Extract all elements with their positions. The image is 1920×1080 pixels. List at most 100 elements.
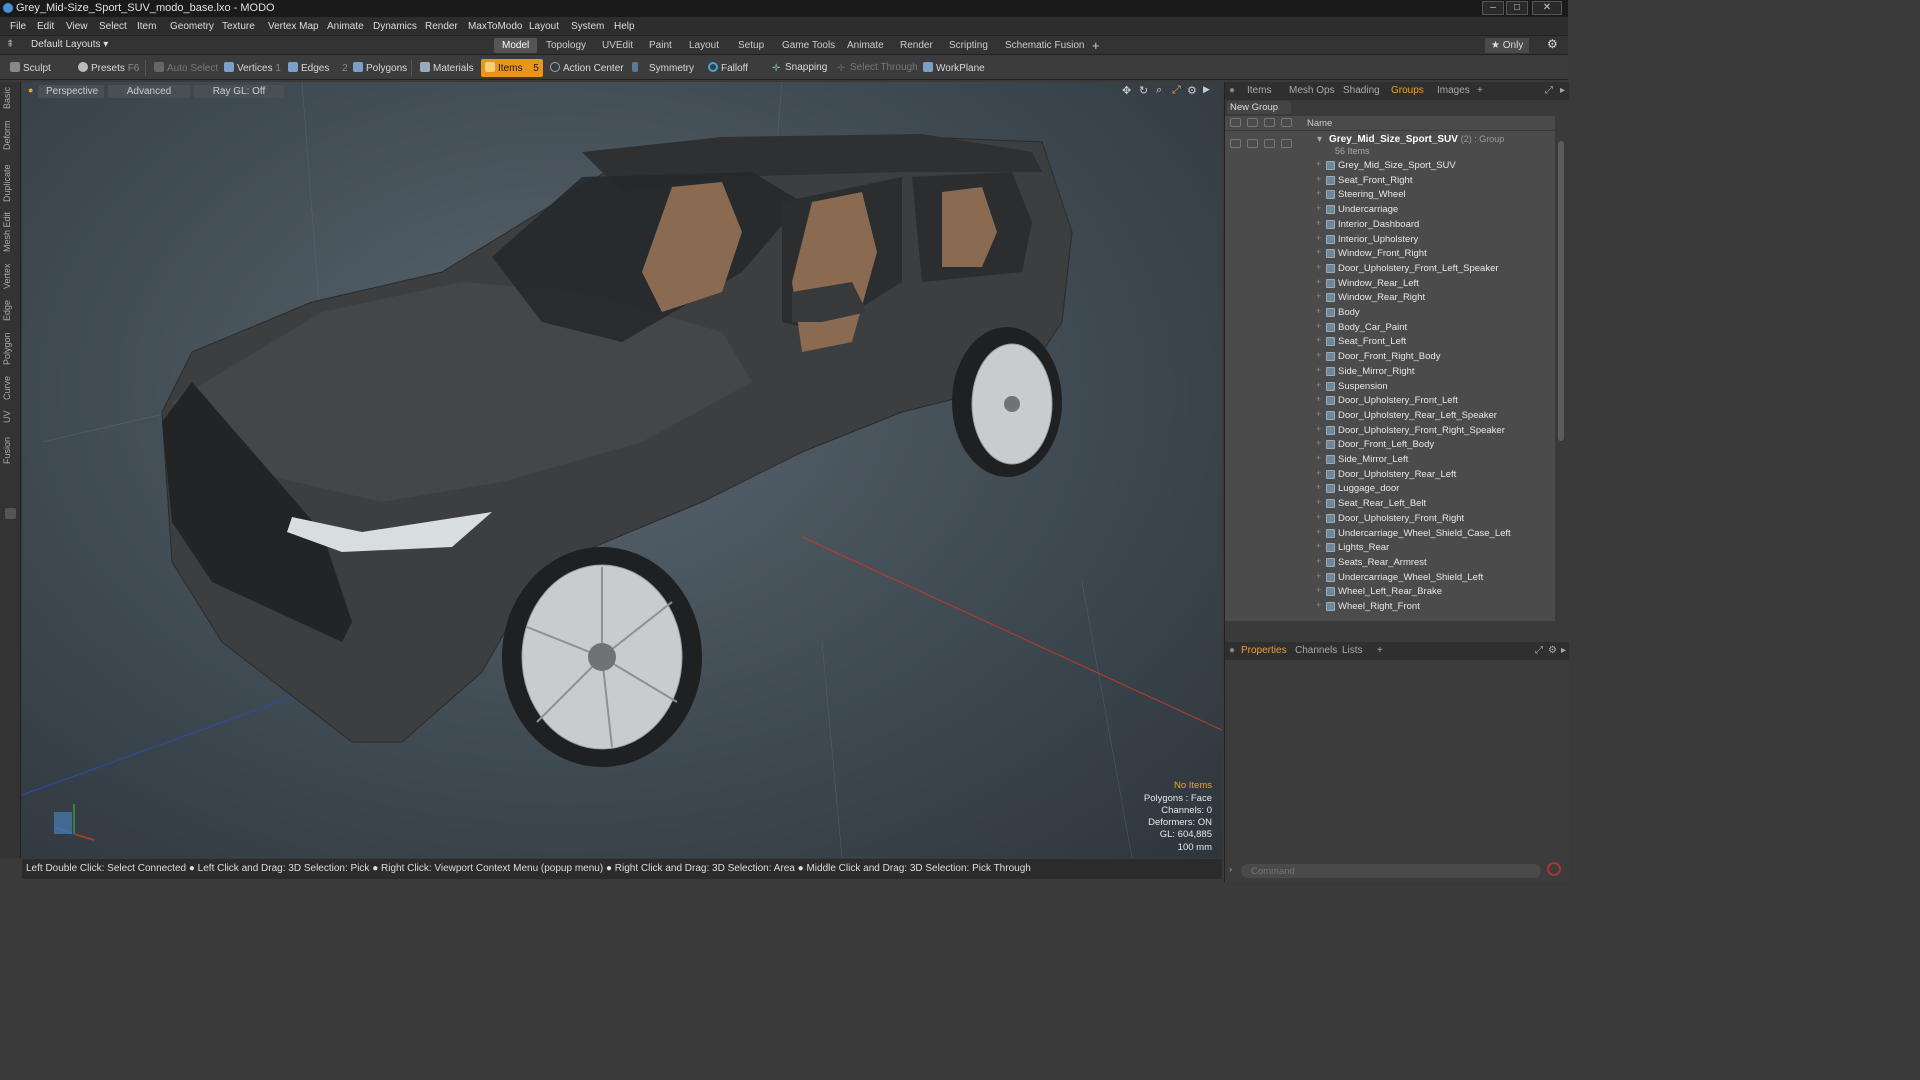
list-item[interactable]: + Door_Upholstery_Rear_Left_Speaker <box>1225 408 1555 423</box>
menu-geometry[interactable]: Geometry <box>170 21 214 32</box>
list-item[interactable]: + Body_Car_Paint <box>1225 320 1555 335</box>
add-tab-button[interactable]: + <box>1084 36 1108 53</box>
tab-uvedit[interactable]: UVEdit <box>594 38 641 53</box>
fit-icon[interactable]: ⤢ <box>1172 84 1181 97</box>
strip-toggle-icon[interactable] <box>5 508 16 519</box>
workplane-button[interactable]: WorkPlane <box>919 59 989 77</box>
menu-vertex-map[interactable]: Vertex Map <box>268 21 319 32</box>
tab-animate[interactable]: Animate <box>839 38 892 53</box>
vertices-button[interactable]: Vertices 1 <box>220 59 285 77</box>
list-item[interactable]: + Wheel_Left_Rear_Brake <box>1225 584 1555 599</box>
tab-setup[interactable]: Setup <box>730 38 772 53</box>
tab-images[interactable]: Images <box>1437 85 1470 96</box>
menu-view[interactable]: View <box>66 21 88 32</box>
menu-select[interactable]: Select <box>99 21 127 32</box>
polygons-button[interactable]: Polygons <box>349 59 411 77</box>
expand-item-icon[interactable]: + <box>1316 394 1321 404</box>
menu-item[interactable]: Item <box>137 21 156 32</box>
list-item[interactable]: + Door_Upholstery_Front_Right_Speaker <box>1225 423 1555 438</box>
items-button[interactable]: Items 5 <box>481 59 543 77</box>
expand-item-icon[interactable]: + <box>1316 233 1321 243</box>
menu-texture[interactable]: Texture <box>222 21 255 32</box>
list-item[interactable]: + Door_Upholstery_Rear_Left <box>1225 467 1555 482</box>
tab-layout[interactable]: Layout <box>681 38 727 53</box>
list-item[interactable]: + Wheel_Right_Front <box>1225 599 1555 614</box>
list-item[interactable]: + Door_Front_Right_Body <box>1225 349 1555 364</box>
tab-mesh-ops[interactable]: Mesh Ops <box>1289 85 1335 96</box>
list-item[interactable]: + Interior_Dashboard <box>1225 217 1555 232</box>
expand-item-icon[interactable]: + <box>1316 585 1321 595</box>
expand-item-icon[interactable]: + <box>1316 291 1321 301</box>
expand-item-icon[interactable]: + <box>1316 262 1321 272</box>
expand-item-icon[interactable]: + <box>1316 380 1321 390</box>
properties-expand-icon[interactable]: ⤢ <box>1535 645 1543 656</box>
add-properties-tab-button[interactable]: + <box>1377 645 1383 656</box>
list-item[interactable]: + Window_Rear_Right <box>1225 290 1555 305</box>
auto-select-button[interactable]: Auto Select <box>150 59 222 77</box>
viewport-menu-arrow-icon[interactable]: ▶ <box>1203 84 1210 95</box>
list-item[interactable]: + Body <box>1225 305 1555 320</box>
expand-item-icon[interactable]: + <box>1316 277 1321 287</box>
name-column-header[interactable]: Name <box>1307 118 1332 129</box>
falloff-button[interactable]: Falloff <box>704 59 752 77</box>
expand-item-icon[interactable]: + <box>1316 350 1321 360</box>
vtab-curve[interactable]: Curve <box>2 374 18 402</box>
maximize-icon[interactable]: □ <box>1506 1 1528 15</box>
layout-arrow-icon[interactable]: ⇞ <box>6 39 14 50</box>
menu-dynamics[interactable]: Dynamics <box>373 21 417 32</box>
default-layouts-dropdown[interactable]: Default Layouts ▾ <box>31 39 108 50</box>
expand-item-icon[interactable]: + <box>1316 556 1321 566</box>
panel-menu-arrow-icon[interactable]: ▸ <box>1560 85 1565 96</box>
vtab-uv[interactable]: UV <box>2 408 18 426</box>
expand-item-icon[interactable]: + <box>1316 527 1321 537</box>
rotate-icon[interactable]: ↻ <box>1139 84 1148 97</box>
list-item[interactable]: + Seat_Rear_Left_Belt <box>1225 496 1555 511</box>
vtab-mesh-edit[interactable]: Mesh Edit <box>2 210 18 254</box>
list-item[interactable]: + Seats_Rear_Armrest <box>1225 555 1555 570</box>
expand-item-icon[interactable]: + <box>1316 571 1321 581</box>
tab-shading[interactable]: Shading <box>1343 85 1380 96</box>
expand-item-icon[interactable]: + <box>1316 174 1321 184</box>
expand-item-icon[interactable]: + <box>1316 218 1321 228</box>
properties-arrow-icon[interactable]: ▸ <box>1561 645 1566 656</box>
list-item[interactable]: + Window_Rear_Left <box>1225 276 1555 291</box>
vtab-basic[interactable]: Basic <box>2 86 18 110</box>
expand-item-icon[interactable]: + <box>1316 497 1321 507</box>
presets-button[interactable]: Presets F6 <box>74 59 143 77</box>
expand-item-icon[interactable]: + <box>1316 203 1321 213</box>
properties-gear-icon[interactable]: ⚙ <box>1548 645 1557 656</box>
minimize-icon[interactable]: – <box>1482 1 1504 15</box>
new-group-button[interactable]: New Group <box>1227 101 1291 114</box>
select-through-button[interactable]: ✛ Select Through <box>833 59 922 77</box>
close-icon[interactable]: ✕ <box>1532 1 1562 15</box>
list-item[interactable]: + Interior_Upholstery <box>1225 232 1555 247</box>
list-item[interactable]: + Seat_Front_Left <box>1225 334 1555 349</box>
list-item[interactable]: + Suspension <box>1225 379 1555 394</box>
expand-item-icon[interactable]: + <box>1316 321 1321 331</box>
expand-item-icon[interactable]: + <box>1316 365 1321 375</box>
expand-item-icon[interactable]: + <box>1316 188 1321 198</box>
list-item[interactable]: + Steering_Wheel <box>1225 187 1555 202</box>
tab-channels[interactable]: Channels <box>1295 645 1337 656</box>
vtab-deform[interactable]: Deform <box>2 118 18 152</box>
list-item[interactable]: + Luggage_door <box>1225 481 1555 496</box>
tab-game-tools[interactable]: Game Tools <box>774 38 843 53</box>
list-item[interactable]: + Lights_Rear <box>1225 540 1555 555</box>
tab-lists[interactable]: Lists <box>1342 645 1363 656</box>
3d-viewport[interactable]: ● Perspective Advanced Ray GL: Off ✥ ↻ ⌕… <box>22 82 1222 858</box>
menu-edit[interactable]: Edit <box>37 21 54 32</box>
eye-icon[interactable] <box>1230 139 1241 148</box>
list-item[interactable]: + Undercarriage <box>1225 202 1555 217</box>
sculpt-button[interactable]: Sculpt <box>6 59 55 77</box>
render-icon[interactable] <box>1264 118 1275 127</box>
expand-icon[interactable]: ⤢ <box>1545 85 1553 96</box>
raygl-toggle[interactable]: Ray GL: Off <box>194 85 284 98</box>
list-scrollbar[interactable] <box>1556 131 1566 621</box>
list-item[interactable]: + Undercarriage_Wheel_Shield_Left <box>1225 570 1555 585</box>
select-icon[interactable] <box>1281 118 1292 127</box>
list-item[interactable]: + Undercarriage_Wheel_Shield_Case_Left <box>1225 526 1555 541</box>
expand-item-icon[interactable]: + <box>1316 482 1321 492</box>
expand-item-icon[interactable]: + <box>1316 306 1321 316</box>
list-item[interactable]: + Door_Front_Left_Body <box>1225 437 1555 452</box>
tab-items[interactable]: Items <box>1247 85 1271 96</box>
